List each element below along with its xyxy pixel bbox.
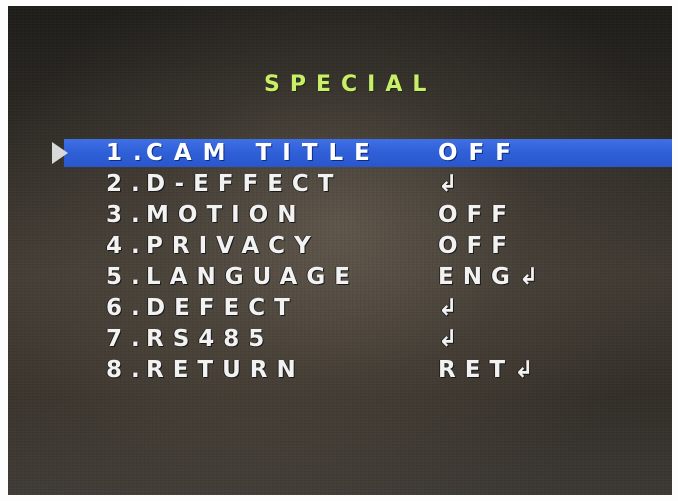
menu-item-label: RETURN [146,357,305,383]
menu-item-label: RS485 [146,326,274,352]
menu-item-label: MOTION [146,202,306,228]
menu-item-language[interactable]: 5. LANGUAGE ENG↲ [8,263,672,291]
selection-cursor-icon [52,142,68,164]
menu-item-value: ↲ [438,295,467,321]
menu-item-return[interactable]: 8. RETURN RET↲ [8,356,672,384]
menu-item-value: OFF [438,140,522,166]
menu-item-value: ENG↲ [438,264,548,290]
menu-item-number: 6. [106,295,149,321]
menu-item-number: 8. [106,357,149,383]
menu-item-rs485[interactable]: 7. RS485 ↲ [8,325,672,353]
menu-item-value: ↲ [438,326,467,352]
menu-item-value: OFF [438,202,516,228]
menu-item-label: LANGUAGE [146,264,359,290]
menu-item-number: 3. [106,202,149,228]
menu-item-value: ↲ [438,171,467,197]
menu-item-cam-title[interactable]: 1. CAM TITLE OFF [8,139,672,167]
menu-item-number: 7. [106,326,149,352]
menu-item-number: 4. [106,233,149,259]
osd-menu: 1. CAM TITLE OFF 2. D-EFFECT ↲ 3. MOTION… [8,6,672,495]
menu-item-label: D-EFFECT [146,171,343,197]
menu-item-privacy[interactable]: 4. PRIVACY OFF [8,232,672,260]
menu-item-number: 5. [106,264,149,290]
menu-item-d-effect[interactable]: 2. D-EFFECT ↲ [8,170,672,198]
osd-screen: SPECIAL 1. CAM TITLE OFF 2. D-EFFECT ↲ 3… [8,6,672,495]
menu-item-label: PRIVACY [146,233,320,259]
menu-item-defect[interactable]: 6. DEFECT ↲ [8,294,672,322]
menu-item-value: RET↲ [438,357,543,383]
menu-item-motion[interactable]: 3. MOTION OFF [8,201,672,229]
menu-item-number: 2. [106,171,149,197]
menu-item-label: DEFECT [146,295,299,321]
photo-frame: SPECIAL 1. CAM TITLE OFF 2. D-EFFECT ↲ 3… [0,0,678,501]
menu-item-label: CAM TITLE [146,140,381,166]
menu-item-value: OFF [438,233,516,259]
